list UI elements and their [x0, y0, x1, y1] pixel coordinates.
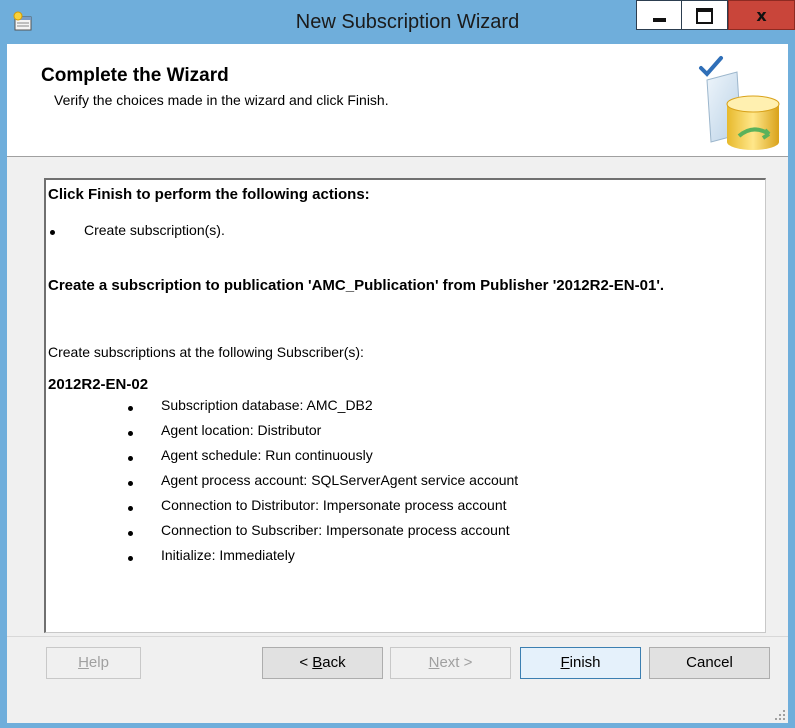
detail-item: Connection to Subscriber: Impersonate pr…: [161, 522, 510, 538]
detail-item: Agent location: Distributor: [161, 422, 322, 438]
detail-item: Connection to Distributor: Impersonate p…: [161, 497, 507, 513]
title-bar[interactable]: New Subscription Wizard x: [0, 0, 795, 44]
cancel-button[interactable]: Cancel: [649, 647, 770, 679]
summary-textbox[interactable]: Click Finish to perform the following ac…: [44, 178, 766, 633]
database-check-icon: [699, 56, 780, 150]
subscriber-name: 2012R2-EN-02: [48, 376, 149, 393]
detail-item: Initialize: Immediately: [161, 547, 295, 563]
minimize-button[interactable]: [636, 0, 682, 30]
wizard-header: Complete the Wizard Verify the choices m…: [7, 44, 788, 157]
detail-item: Agent process account: SQLServerAgent se…: [161, 472, 519, 488]
action-item: Create subscription(s).: [84, 222, 225, 238]
bullet: [128, 531, 133, 536]
bullet: [128, 456, 133, 461]
next-button[interactable]: Next >: [390, 647, 511, 679]
bullet: [128, 481, 133, 486]
maximize-icon: [696, 8, 713, 24]
back-button[interactable]: < Back: [262, 647, 383, 679]
page-title: Complete the Wizard: [41, 65, 229, 86]
minimize-icon: [653, 18, 666, 22]
detail-item: Agent schedule: Run continuously: [161, 447, 373, 463]
finish-button[interactable]: Finish: [520, 647, 641, 679]
bullet: [128, 406, 133, 411]
bullet: [128, 556, 133, 561]
wizard-body: Click Finish to perform the following ac…: [7, 157, 788, 636]
page-subtitle: Verify the choices made in the wizard an…: [54, 92, 389, 108]
close-button[interactable]: x: [728, 0, 795, 30]
subscriber-intro: Create subscriptions at the following Su…: [48, 344, 364, 360]
publication-heading: Create a subscription to publication 'AM…: [48, 277, 665, 294]
close-icon: x: [756, 6, 767, 25]
maximize-button[interactable]: [682, 0, 728, 30]
button-bar: Help < Back Next > Finish Cancel: [7, 636, 788, 723]
help-button[interactable]: Help: [46, 647, 141, 679]
detail-item: Subscription database: AMC_DB2: [161, 397, 373, 413]
summary-heading: Click Finish to perform the following ac…: [48, 186, 370, 203]
bullet: [128, 506, 133, 511]
bullet: [50, 230, 55, 235]
resize-grip-icon[interactable]: [774, 709, 786, 721]
wizard-window: New Subscription Wizard x Complete the W…: [0, 0, 795, 728]
bullet: [128, 431, 133, 436]
